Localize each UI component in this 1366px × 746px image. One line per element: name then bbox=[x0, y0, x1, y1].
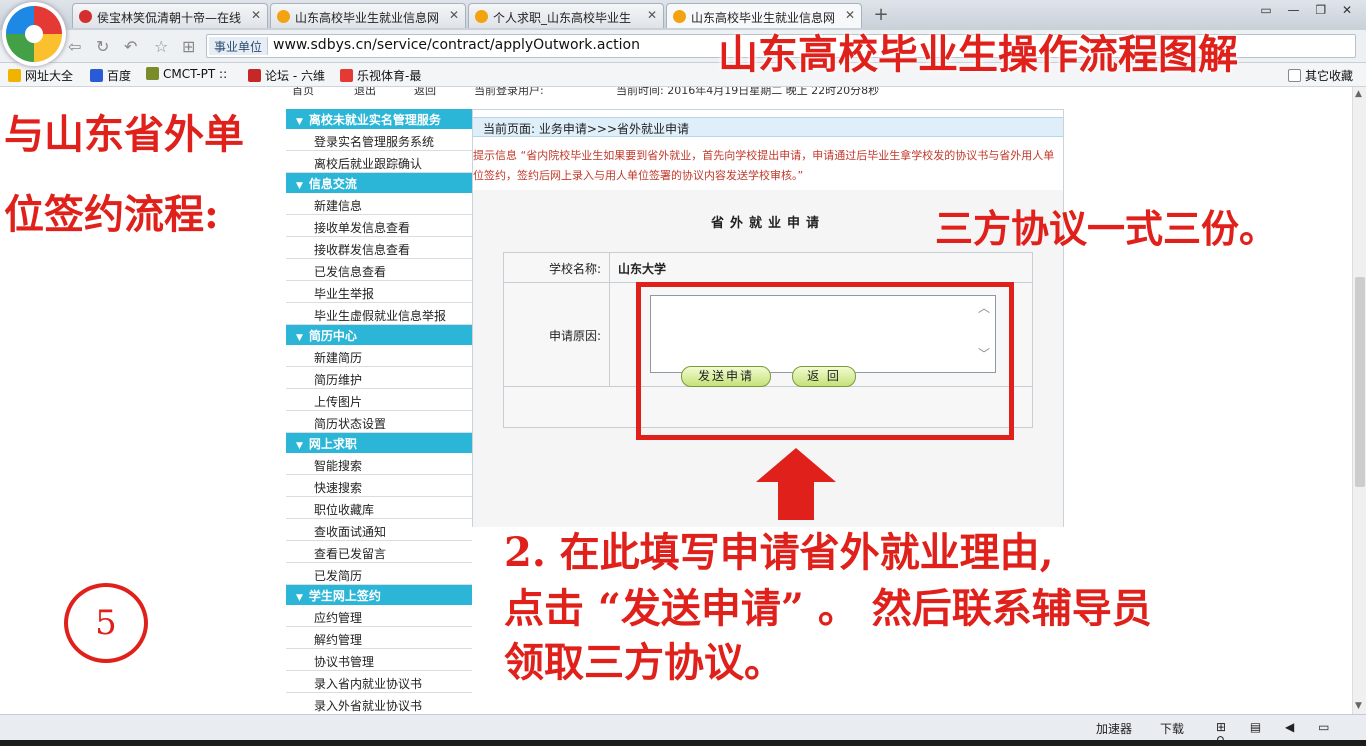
paw-icon bbox=[90, 69, 103, 82]
school-value: 山东大学 bbox=[618, 262, 667, 276]
sidebar-item[interactable]: 登录实名管理服务系统 bbox=[286, 129, 472, 151]
nav-back[interactable]: 返回 bbox=[414, 87, 436, 98]
current-user: 当前登录用户: bbox=[474, 87, 544, 97]
sidebar-item[interactable]: 解约管理 bbox=[286, 627, 472, 649]
sidebar-item[interactable]: 简历状态设置 bbox=[286, 411, 472, 433]
accelerator[interactable]: 加速器 bbox=[1096, 720, 1132, 737]
back-icon[interactable]: ⇦ bbox=[68, 37, 81, 56]
close-icon[interactable]: ✕ bbox=[449, 8, 459, 22]
sidebar-item[interactable]: 离校后就业跟踪确认 bbox=[286, 151, 472, 173]
site-icon bbox=[248, 69, 261, 82]
sidebar-item[interactable]: 查收面试通知 bbox=[286, 519, 472, 541]
page-scrollbar[interactable]: ▲ ▼ bbox=[1352, 87, 1366, 714]
address-tag: 事业单位 bbox=[209, 37, 269, 55]
sidebar-item[interactable]: 职位收藏库 bbox=[286, 497, 472, 519]
breadcrumb: 当前页面: 业务申请>>>省外就业申请 bbox=[473, 117, 1063, 137]
tab-3[interactable]: 个人求职_山东高校毕业生 ✕ bbox=[468, 3, 664, 28]
window-controls[interactable]: ▭ — ❐ ✕ bbox=[1260, 3, 1358, 17]
close-icon[interactable]: ✕ bbox=[845, 8, 855, 22]
browser-logo[interactable] bbox=[6, 6, 62, 62]
annotation-three-copies: 三方协议一式三份。 bbox=[935, 206, 1278, 251]
star-icon[interactable]: ☆ bbox=[154, 37, 168, 56]
school-label: 学校名称: bbox=[504, 253, 610, 282]
current-time: 当前时间: 2016年4月19日星期二 晚上 22时20分8秒 bbox=[616, 87, 880, 97]
other-bookmarks[interactable]: 其它收藏 bbox=[1288, 67, 1353, 84]
sidebar-item[interactable]: 智能搜索 bbox=[286, 453, 472, 475]
bookmark-item[interactable]: CMCT-PT :: bbox=[146, 67, 227, 81]
status-bar: 加速器 下载 ⊞ ▤ ◀ ▭ ⚲ bbox=[0, 714, 1366, 746]
sidebar-item[interactable]: 录入外省就业协议书 bbox=[286, 693, 472, 714]
sidebar-item[interactable]: 已发信息查看 bbox=[286, 259, 472, 281]
tab-1[interactable]: 侯宝林笑侃清朝十帝—在线 ✕ bbox=[72, 3, 268, 28]
sidebar-section-header[interactable]: 网上求职 bbox=[286, 433, 472, 453]
taskbar bbox=[0, 740, 1366, 746]
sidebar-section-header[interactable]: 简历中心 bbox=[286, 325, 472, 345]
tab-title: 侯宝林笑侃清朝十帝—在线 bbox=[97, 11, 242, 25]
annotation-title: 山东高校毕业生操作流程图解 bbox=[718, 31, 1238, 78]
nav-logout[interactable]: 退出 bbox=[354, 87, 376, 98]
sidebar-item[interactable]: 录入省内就业协议书 bbox=[286, 671, 472, 693]
sidebar-item[interactable]: 查看已发留言 bbox=[286, 541, 472, 563]
highlight-box bbox=[636, 282, 1014, 440]
reason-label: 申请原因: bbox=[504, 283, 610, 386]
hint-text: 提示信息 “省内院校毕业生如果要到省外就业，首先向学校提出申请，申请通过后毕业生… bbox=[473, 149, 1055, 182]
scroll-up-icon[interactable]: ▲ bbox=[1355, 89, 1362, 99]
sidebar-item[interactable]: 毕业生举报 bbox=[286, 281, 472, 303]
site-icon bbox=[673, 10, 686, 23]
downloads[interactable]: 下载 bbox=[1160, 720, 1184, 737]
top-nav: 首页 退出 返回 当前登录用户: 当前时间: 2016年4月19日星期二 晚上 … bbox=[290, 87, 1064, 103]
bookmark-item[interactable]: 乐视体育-最 bbox=[340, 67, 421, 84]
annotation-instruction-line1: 2. 在此填写申请省外就业理由, bbox=[504, 529, 1054, 576]
tab-title: 山东高校毕业生就业信息网 bbox=[295, 11, 440, 25]
annotation-instruction-line2: 点击 “发送申请” 。 然后联系辅导员 bbox=[504, 585, 1152, 632]
annotation-left-line1: 与山东省外单 bbox=[4, 111, 244, 158]
sidebar-item[interactable]: 毕业生虚假就业信息举报 bbox=[286, 303, 472, 325]
close-icon[interactable]: ✕ bbox=[251, 8, 261, 22]
sidebar-item[interactable]: 应约管理 bbox=[286, 605, 472, 627]
school-row: 学校名称: 山东大学 bbox=[504, 253, 1032, 283]
undo-icon[interactable]: ↶ bbox=[124, 37, 137, 56]
sidebar-item[interactable]: 快速搜索 bbox=[286, 475, 472, 497]
reload-icon[interactable]: ↻ bbox=[96, 37, 109, 56]
sidebar-item[interactable]: 已发简历 bbox=[286, 563, 472, 585]
close-icon[interactable]: ✕ bbox=[647, 8, 657, 22]
sidebar-item[interactable]: 接收群发信息查看 bbox=[286, 237, 472, 259]
grid-icon[interactable]: ⊞ bbox=[182, 37, 195, 56]
folder-icon bbox=[1288, 69, 1301, 82]
sidebar-item[interactable]: 接收单发信息查看 bbox=[286, 215, 472, 237]
up-arrow-icon bbox=[756, 448, 836, 520]
sports-icon bbox=[340, 69, 353, 82]
sidebar-item[interactable]: 简历维护 bbox=[286, 367, 472, 389]
scroll-thumb[interactable] bbox=[1355, 277, 1365, 487]
sidebar-item[interactable]: 新建信息 bbox=[286, 193, 472, 215]
url-text[interactable]: www.sdbys.cn/service/contract/applyOutwo… bbox=[273, 37, 640, 53]
site-icon bbox=[475, 10, 488, 23]
sidebar-section-header[interactable]: 学生网上签约 bbox=[286, 585, 472, 605]
home-icon bbox=[8, 69, 21, 82]
scroll-down-icon[interactable]: ▼ bbox=[1355, 701, 1362, 711]
video-icon bbox=[79, 10, 92, 23]
bookmark-item[interactable]: 论坛 - 六维 bbox=[248, 67, 325, 84]
bookmark-item[interactable]: 百度 bbox=[90, 67, 131, 84]
sidebar-item[interactable]: 新建简历 bbox=[286, 345, 472, 367]
sidebar-item[interactable]: 上传图片 bbox=[286, 389, 472, 411]
tab-title: 个人求职_山东高校毕业生 bbox=[493, 11, 632, 25]
sidebar: 离校未就业实名管理服务 登录实名管理服务系统 离校后就业跟踪确认 信息交流 新建… bbox=[286, 109, 472, 714]
annotation-instruction-line3: 领取三方协议。 bbox=[504, 639, 784, 686]
sidebar-item[interactable]: 协议书管理 bbox=[286, 649, 472, 671]
bookmark-item[interactable]: 网址大全 bbox=[8, 67, 73, 84]
sidebar-section-header[interactable]: 信息交流 bbox=[286, 173, 472, 193]
tab-2[interactable]: 山东高校毕业生就业信息网 ✕ bbox=[270, 3, 466, 28]
site-icon bbox=[277, 10, 290, 23]
annotation-left-line2: 位签约流程: bbox=[4, 191, 219, 238]
site-icon bbox=[146, 67, 159, 80]
nav-home[interactable]: 首页 bbox=[292, 87, 314, 98]
step-number-badge: 5 bbox=[64, 583, 148, 663]
sidebar-section-header[interactable]: 离校未就业实名管理服务 bbox=[286, 109, 472, 129]
